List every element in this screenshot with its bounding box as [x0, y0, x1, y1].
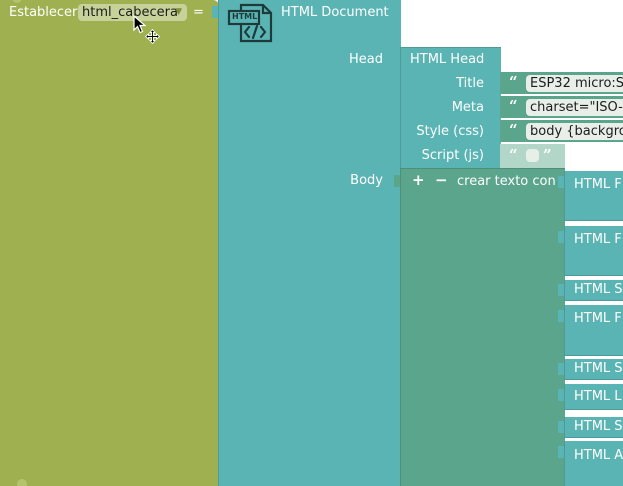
meta-input[interactable]: charset="ISO-8	[526, 99, 623, 116]
html-item-label: HTML L	[574, 389, 622, 404]
open-quote-icon: “	[509, 121, 518, 139]
html-item-block[interactable]: HTML F	[558, 305, 623, 356]
meta-string-block[interactable]: “ charset="ISO-8	[500, 96, 623, 118]
text-join-label: crear texto con	[457, 174, 556, 189]
chevron-down-icon: ▼	[175, 7, 182, 17]
html-item-label: HTML S	[574, 361, 623, 376]
remove-item-button[interactable]: −	[435, 171, 448, 189]
open-quote-icon: “	[509, 73, 518, 91]
close-quote-icon: ”	[543, 146, 552, 164]
move-icon	[145, 29, 160, 44]
html-item-label: HTML S	[574, 282, 623, 297]
open-quote-icon: “	[509, 97, 518, 115]
html-file-icon	[227, 3, 273, 43]
item-connector	[558, 231, 564, 243]
title-input[interactable]: ESP32 micro:S	[526, 75, 623, 92]
block-corner-mark	[12, 0, 22, 3]
equals-sign: =	[193, 5, 204, 20]
document-title: HTML Document	[281, 5, 389, 20]
html-item-label: HTML F	[574, 311, 622, 326]
head-connector	[394, 53, 400, 65]
item-connector	[558, 176, 564, 188]
item-connector	[558, 284, 564, 296]
body-label: Body	[350, 173, 383, 188]
open-quote-icon: “	[509, 146, 518, 164]
item-connector	[558, 421, 564, 433]
item-connector	[558, 363, 564, 375]
set-variable-block[interactable]: Establecer html_cabecera ▼ =	[0, 0, 219, 486]
html-item-block[interactable]: HTML F	[558, 171, 623, 221]
html-item-block[interactable]: HTML A	[558, 441, 623, 486]
html-file-icon-text: HTML	[232, 12, 258, 21]
variable-name: html_cabecera	[82, 5, 178, 20]
html-item-label: HTML A	[574, 448, 623, 463]
html-item-label: HTML S	[574, 419, 623, 434]
html-item-block[interactable]: HTML S	[558, 417, 623, 438]
html-item-block[interactable]: HTML S	[558, 359, 623, 380]
title-label: Title	[456, 76, 484, 91]
html-document-block[interactable]: HTML HTML Document Head Body	[218, 0, 401, 486]
set-label: Establecer	[9, 5, 78, 20]
style-input[interactable]: body {backgrou	[526, 123, 623, 140]
head-title: HTML Head	[410, 52, 485, 67]
script-input[interactable]	[526, 149, 539, 162]
style-string-block[interactable]: “ body {backgrou	[500, 120, 623, 142]
script-string-block[interactable]: “ ”	[500, 144, 565, 168]
html-item-block[interactable]: HTML F	[558, 226, 623, 276]
head-label: Head	[349, 52, 383, 67]
item-connector	[558, 389, 564, 401]
html-head-block[interactable]: HTML Head Title Meta Style (css) Script …	[394, 47, 501, 168]
add-item-button[interactable]: +	[412, 171, 425, 189]
title-string-block[interactable]: “ ESP32 micro:S	[500, 72, 623, 94]
html-item-block[interactable]: HTML L	[558, 384, 623, 410]
text-join-block[interactable]: + − crear texto con	[394, 168, 565, 486]
html-item-label: HTML F	[574, 177, 622, 192]
meta-label: Meta	[451, 100, 484, 115]
block-corner-mark	[17, 479, 27, 486]
body-connector	[394, 175, 400, 187]
html-item-label: HTML F	[574, 232, 622, 247]
style-label: Style (css)	[416, 124, 484, 139]
item-connector	[558, 446, 564, 458]
script-label: Script (js)	[421, 148, 484, 163]
html-item-block[interactable]: HTML S	[558, 280, 623, 301]
item-connector	[558, 310, 564, 322]
